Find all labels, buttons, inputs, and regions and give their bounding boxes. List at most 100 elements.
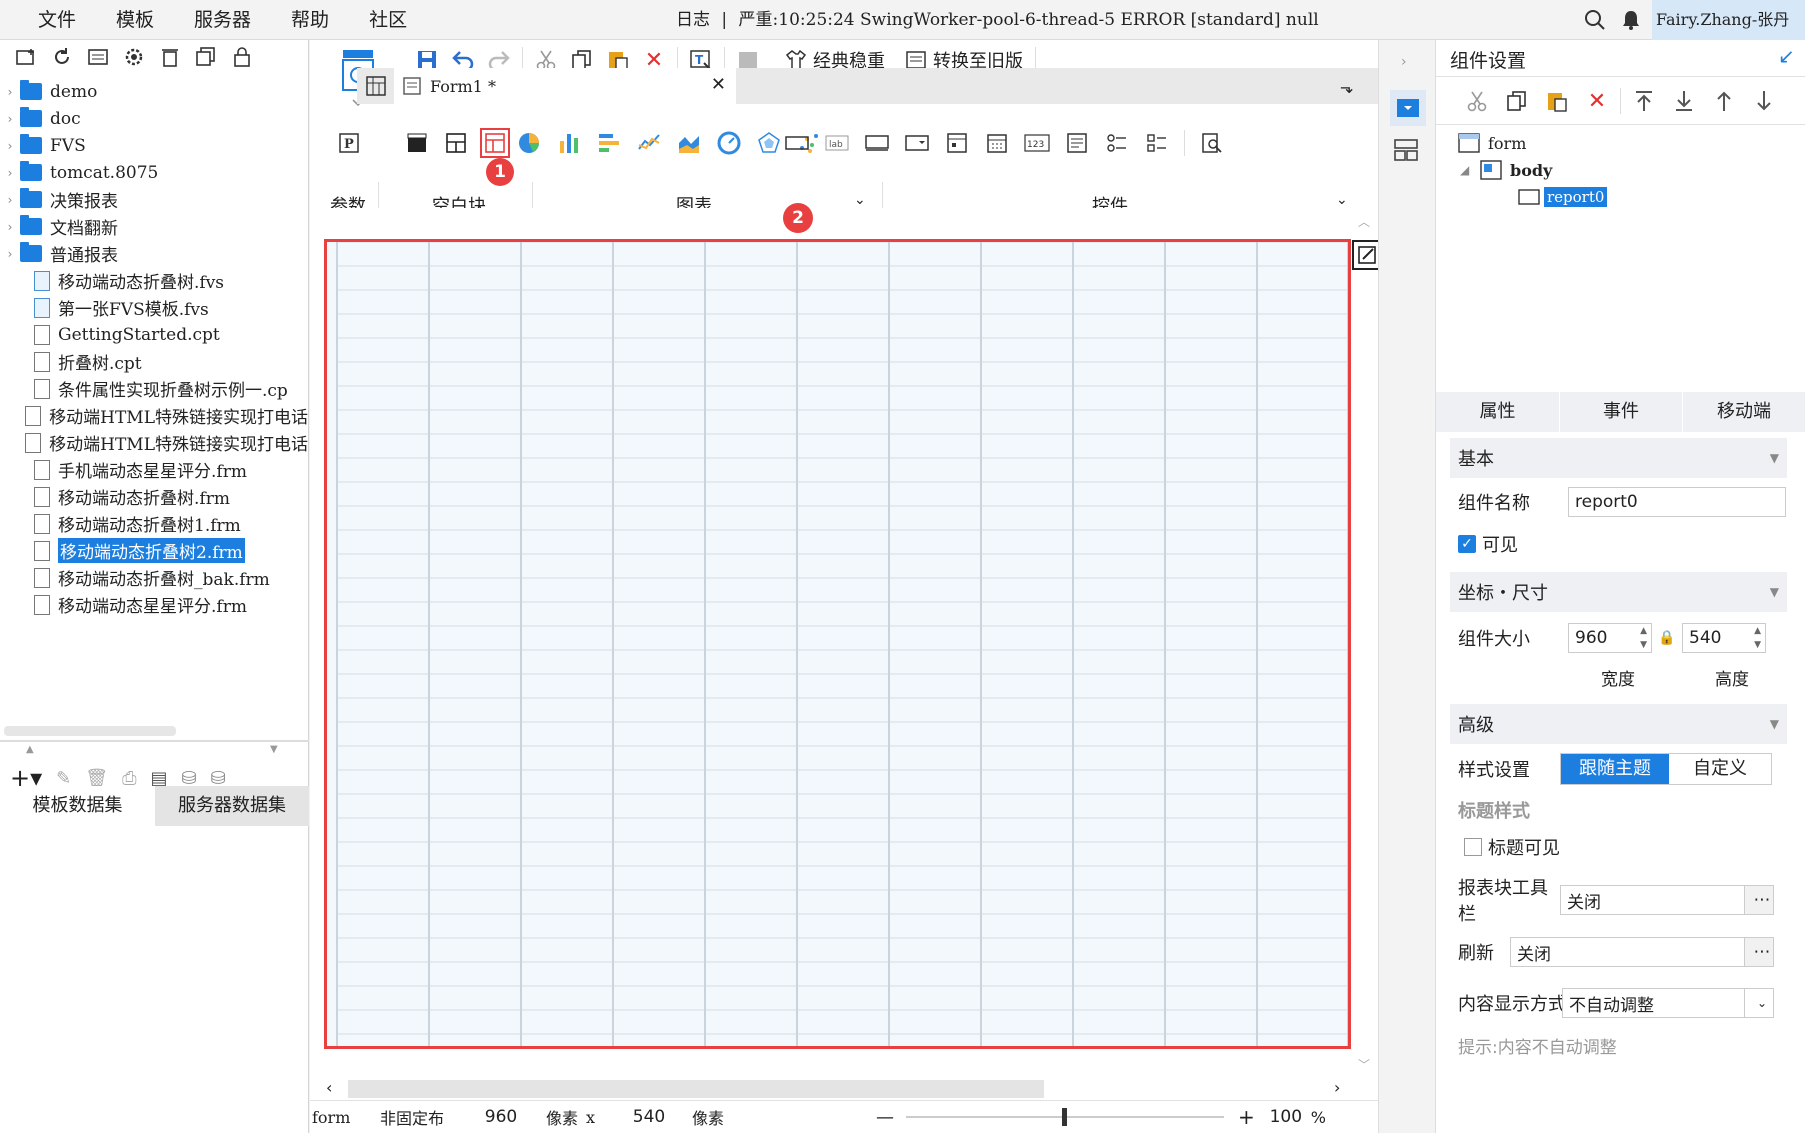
status-height-input[interactable]: 540 (608, 1102, 685, 1132)
absolute-block-icon[interactable] (402, 128, 432, 158)
number-widget-icon[interactable]: 123 (1020, 126, 1054, 160)
tree-file[interactable]: 移动端动态折叠树_bak.frm (0, 564, 308, 591)
move-down-icon[interactable] (1747, 84, 1781, 118)
pin-icon[interactable]: ↙ (1778, 44, 1795, 68)
tree-folder[interactable]: › 普通报表 (0, 240, 308, 267)
tree-scrollbar[interactable] (4, 726, 176, 736)
tab-mobile[interactable]: 移动端 (1683, 392, 1805, 432)
copy-component-icon[interactable] (1500, 84, 1534, 118)
tree-folder[interactable]: › tomcat.8075 (0, 159, 308, 186)
dropdown-widget-icon[interactable] (900, 126, 934, 160)
parameter-icon[interactable]: P (334, 128, 364, 158)
section-basic[interactable]: 基本 ▼ (1450, 438, 1787, 478)
tree-folder[interactable]: › doc (0, 105, 308, 132)
height-input[interactable]: 540 ▲ ▼ (1682, 623, 1766, 653)
display-mode-select[interactable]: 不自动调整 (1562, 988, 1744, 1018)
lock-ratio-icon[interactable]: 🔒 (1652, 630, 1682, 646)
tab-events[interactable]: 事件 (1560, 392, 1682, 432)
expand-arrow-icon[interactable]: › (0, 247, 20, 261)
grid-tab-icon[interactable] (358, 68, 394, 104)
label-widget-icon[interactable]: lab (820, 126, 854, 160)
tree-file[interactable]: 第一张FVS模板.fvs (0, 294, 308, 321)
chevron-down-icon[interactable]: ⌄ (1744, 988, 1774, 1018)
zoom-handle[interactable] (1062, 1108, 1068, 1126)
date-widget-icon[interactable] (980, 126, 1014, 160)
section-coords[interactable]: 坐标・尺寸 ▼ (1450, 572, 1787, 612)
tree-expanded-icon[interactable]: ◢ (1460, 163, 1472, 177)
settings-icon[interactable] (116, 39, 152, 75)
widget-expand-icon[interactable]: ⌄ (1336, 192, 1348, 208)
query-widget-icon[interactable] (1195, 126, 1229, 160)
report-block[interactable] (324, 239, 1351, 1049)
scroll-up-icon[interactable]: ︿ (1358, 213, 1370, 230)
tree-node-report[interactable]: report0 (1518, 184, 1608, 210)
component-name-input[interactable]: report0 (1568, 487, 1786, 517)
tree-file[interactable]: 移动端动态折叠树2.frm (0, 537, 308, 564)
toolbar-setting-value[interactable]: 关闭 (1560, 885, 1744, 915)
tree-file[interactable]: 移动端动态星星评分.frm (0, 591, 308, 618)
more-options-icon[interactable]: ⋯ (1744, 885, 1774, 915)
move-up-icon[interactable] (1707, 84, 1741, 118)
spinner-icon[interactable]: ▲ ▼ (1640, 624, 1647, 652)
log-line[interactable]: 日志 | 严重:10:25:24 SwingWorker-pool-6-thre… (676, 0, 1319, 40)
copy-icon[interactable] (188, 39, 224, 75)
expand-arrow-icon[interactable]: › (0, 139, 20, 153)
new-folder-icon[interactable] (8, 39, 44, 75)
close-tab-icon[interactable]: ✕ (711, 74, 726, 95)
search-icon[interactable] (1584, 9, 1606, 31)
tree-folder[interactable]: › 决策报表 (0, 186, 308, 213)
tree-file[interactable]: 移动端HTML特殊链接实现打电话 (0, 402, 308, 429)
expand-arrow-icon[interactable]: › (0, 193, 20, 207)
radio-group-icon[interactable] (1100, 126, 1134, 160)
textarea-widget-icon[interactable] (1060, 126, 1094, 160)
report-cell-grid[interactable] (327, 242, 1348, 1046)
style-custom[interactable]: 自定义 (1669, 754, 1771, 784)
menu-server[interactable]: 服务器 (174, 0, 271, 40)
lock-icon[interactable] (224, 39, 260, 75)
tree-file[interactable]: 移动端动态折叠树.fvs (0, 267, 308, 294)
tree-file[interactable]: 折叠树.cpt (0, 348, 308, 375)
tree-file[interactable]: 移动端动态折叠树.frm (0, 483, 308, 510)
visible-checkbox[interactable]: ✓ (1458, 535, 1476, 553)
tree-folder[interactable]: › FVS (0, 132, 308, 159)
zoom-out-icon[interactable]: — (876, 1107, 894, 1128)
expand-arrow-icon[interactable]: › (1401, 54, 1407, 70)
move-top-icon[interactable] (1627, 84, 1661, 118)
tree-folder[interactable]: › demo (0, 78, 308, 105)
scroll-thumb[interactable] (348, 1080, 1044, 1098)
user-name[interactable]: Fairy.Zhang-张丹 (1652, 0, 1805, 40)
zoom-input[interactable]: 100 (1258, 1102, 1307, 1132)
move-bottom-icon[interactable] (1667, 84, 1701, 118)
area-chart-icon[interactable] (672, 126, 706, 160)
tree-node-body[interactable]: ◢ body (1460, 157, 1552, 183)
tree-file[interactable]: 移动端HTML特殊链接实现打电话 (0, 429, 308, 456)
chart-expand-icon[interactable]: ⌄ (854, 192, 866, 208)
menu-file[interactable]: 文件 (18, 0, 96, 40)
delete-icon[interactable] (152, 39, 188, 75)
horizontal-bar-icon[interactable] (592, 126, 626, 160)
tab-block-icon[interactable] (441, 128, 471, 158)
horizontal-scrollbar[interactable]: ‹ › (322, 1078, 1358, 1102)
cut-component-icon[interactable] (1460, 84, 1494, 118)
expand-arrow-icon[interactable]: › (0, 112, 20, 126)
scroll-left-icon[interactable]: ‹ (326, 1078, 332, 1097)
delete-component-icon[interactable]: ✕ (1580, 84, 1614, 118)
tree-file[interactable]: 手机端动态星星评分.frm (0, 456, 308, 483)
tab-template-dataset[interactable]: 模板数据集 (0, 786, 155, 826)
collapse-up-icon[interactable]: ▲ (26, 744, 34, 755)
tab-properties[interactable]: 属性 (1436, 392, 1559, 432)
menu-community[interactable]: 社区 (349, 0, 427, 40)
scroll-right-icon[interactable]: › (1334, 1078, 1340, 1097)
open-icon[interactable] (80, 39, 116, 75)
status-width-input[interactable]: 960 (460, 1102, 536, 1132)
bell-icon[interactable] (1620, 9, 1642, 31)
refresh-icon[interactable] (44, 39, 80, 75)
pie-chart-icon[interactable] (512, 126, 546, 160)
collapse-down-icon[interactable]: ▼ (270, 744, 278, 755)
checkbox-group-icon[interactable] (1140, 126, 1174, 160)
zoom-in-icon[interactable]: + (1238, 1105, 1255, 1129)
section-advanced[interactable]: 高级 ▼ (1450, 704, 1787, 744)
expand-arrow-icon[interactable]: › (0, 220, 20, 234)
spinner-icon[interactable]: ▲ ▼ (1754, 624, 1761, 652)
tree-file[interactable]: 移动端动态折叠树1.frm (0, 510, 308, 537)
